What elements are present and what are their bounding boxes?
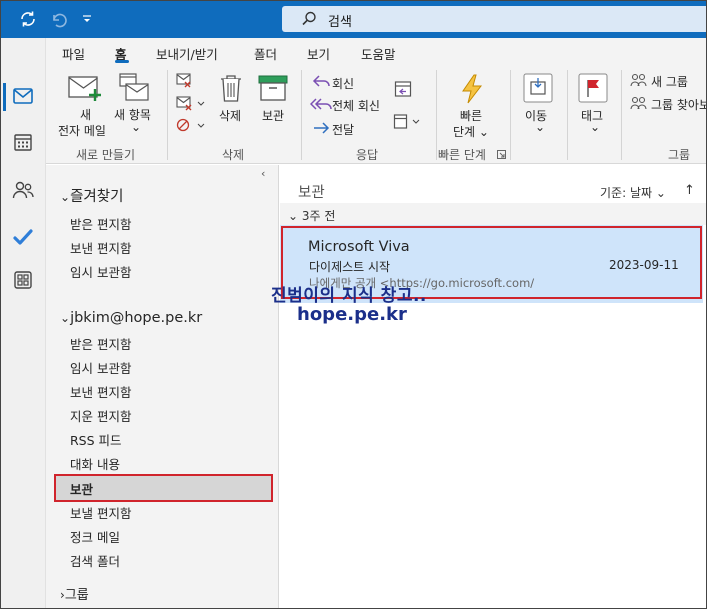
- ribbon-separator: [301, 70, 302, 160]
- ignore-icon[interactable]: [176, 73, 200, 89]
- folder-favorite-drafts[interactable]: 임시 보관함: [70, 262, 131, 281]
- watermark-url: hope.pe.kr: [297, 304, 407, 325]
- ribbon-separator: [567, 70, 568, 160]
- new-email-icon: [68, 76, 101, 101]
- chevron-down-icon: ⌄: [288, 209, 299, 223]
- group-header-label: ⌄ 3주 전: [288, 209, 336, 223]
- reply-label: 회신: [332, 77, 355, 91]
- move-icon: [523, 73, 553, 103]
- folder-conversation-history[interactable]: 대화 내용: [70, 454, 120, 473]
- junk-icon[interactable]: [176, 118, 206, 134]
- folder-junk[interactable]: 정크 메일: [70, 527, 120, 546]
- cleanup-icon[interactable]: [176, 96, 206, 112]
- new-email-label-2: 전자 메일: [58, 124, 106, 138]
- forward-label: 전달: [332, 123, 355, 137]
- reply-all-icon: [310, 98, 332, 110]
- group-label-delete: 삭제: [222, 148, 245, 162]
- archive-icon: [258, 75, 288, 101]
- folder-rss[interactable]: RSS 피드: [70, 430, 122, 449]
- customize-icon[interactable]: [76, 8, 98, 30]
- delete-label: 삭제: [219, 109, 242, 123]
- group-label-new: 새로 만들기: [76, 148, 136, 162]
- group-label-groups: 그룹: [668, 148, 691, 162]
- chevron-down-icon: ⌄: [131, 120, 142, 134]
- chevron-down-icon: ⌄: [60, 190, 71, 204]
- groups-header[interactable]: ›그룹: [60, 584, 89, 603]
- tab-folder[interactable]: 폴더: [254, 44, 277, 63]
- message-group-header[interactable]: [280, 203, 707, 225]
- meeting-icon[interactable]: [394, 79, 414, 99]
- active-tab-underline: [115, 60, 129, 63]
- search-input[interactable]: 검색: [328, 11, 352, 30]
- sync-icon[interactable]: [17, 8, 39, 30]
- folder-favorite-sent[interactable]: 보낸 편지함: [70, 238, 131, 257]
- browse-groups-label: 그룹 찾아보: [651, 98, 707, 112]
- more-respond-icon[interactable]: [393, 112, 423, 132]
- forward-icon: [314, 122, 330, 134]
- chevron-down-icon: ⌄: [60, 311, 71, 325]
- ribbon-separator: [167, 70, 168, 160]
- folder-search-folders[interactable]: 검색 폴더: [70, 551, 120, 570]
- new-email-label-1: 새: [80, 108, 92, 122]
- collapse-chevron-icon[interactable]: ‹: [261, 167, 265, 180]
- lightning-icon: [462, 74, 483, 104]
- active-indicator: [3, 83, 6, 111]
- ribbon-separator: [621, 70, 622, 160]
- trash-icon: [221, 75, 241, 102]
- archive-label: 보관: [262, 109, 285, 123]
- sort-direction-icon[interactable]: ↑: [684, 183, 695, 198]
- account-header[interactable]: ⌄jbkim@hope.pe.kr: [60, 310, 202, 326]
- search-box[interactable]: 검색: [282, 6, 707, 32]
- tab-send-receive[interactable]: 보내기/받기: [156, 44, 218, 63]
- title-bar: 검색: [0, 0, 707, 38]
- chevron-down-icon: ⌄: [590, 120, 601, 134]
- reply-all-label: 전체 회신: [332, 99, 380, 113]
- folder-sent[interactable]: 보낸 편지함: [70, 382, 131, 401]
- mail-icon[interactable]: [12, 85, 34, 107]
- chevron-down-icon: ⌄: [535, 120, 546, 134]
- tab-help[interactable]: 도움말: [361, 44, 396, 63]
- quick-steps-label-2: 단계 ⌄: [453, 125, 489, 139]
- watermark-text: 진범이의 지식 창고..: [271, 286, 427, 306]
- group-label-respond: 응답: [356, 148, 379, 162]
- folder-archive[interactable]: 보관: [70, 479, 93, 498]
- group-label-quick-steps: 빠른 단계: [438, 148, 486, 162]
- favorites-header[interactable]: ⌄즐겨찾기: [60, 185, 123, 206]
- search-icon: [302, 11, 316, 26]
- flag-icon: [578, 73, 608, 103]
- list-title: 보관: [298, 185, 325, 201]
- apps-icon[interactable]: [12, 269, 34, 291]
- sort-dropdown[interactable]: 기준: 날짜 ⌄: [600, 184, 666, 201]
- folder-inbox[interactable]: 받은 편지함: [70, 334, 131, 353]
- dialog-launcher-icon[interactable]: [497, 150, 506, 159]
- navigation-rail: [0, 38, 46, 609]
- quick-steps-label-1: 빠른: [460, 109, 483, 123]
- folder-outbox[interactable]: 보낼 편지함: [70, 503, 131, 522]
- todo-icon[interactable]: [12, 226, 34, 248]
- new-group-label: 새 그룹: [651, 75, 688, 89]
- undo-icon[interactable]: [48, 8, 70, 30]
- ribbon-separator: [436, 70, 437, 160]
- calendar-icon[interactable]: [12, 131, 34, 153]
- browse-groups-icon: [630, 96, 647, 110]
- people-icon[interactable]: [12, 179, 34, 201]
- folder-drafts[interactable]: 임시 보관함: [70, 358, 131, 377]
- folder-deleted[interactable]: 지운 편지함: [70, 406, 131, 425]
- folder-favorite-inbox[interactable]: 받은 편지함: [70, 214, 131, 233]
- ribbon-separator: [510, 70, 511, 160]
- tab-view[interactable]: 보기: [307, 44, 330, 63]
- reply-icon: [312, 75, 330, 87]
- tab-file[interactable]: 파일: [62, 44, 85, 63]
- group-people-icon: [630, 73, 647, 87]
- new-items-icon: [119, 73, 149, 101]
